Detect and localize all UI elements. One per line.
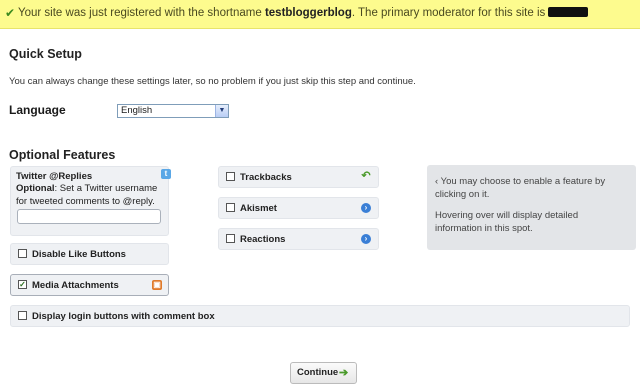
media-attachments-checkbox[interactable]: ✓ bbox=[18, 280, 27, 289]
trackbacks-label: Trackbacks bbox=[240, 172, 292, 183]
feature-info-panel: ‹ You may choose to enable a feature by … bbox=[427, 165, 636, 250]
disable-like-buttons-checkbox[interactable] bbox=[18, 249, 27, 258]
continue-button[interactable]: Continue ➔ bbox=[290, 362, 357, 384]
banner-suffix: . The primary moderator for this site is bbox=[351, 7, 549, 19]
akismet-label: Akismet bbox=[240, 203, 277, 214]
banner-message: Your site was just registered with the s… bbox=[18, 0, 589, 26]
disable-like-buttons-option[interactable]: Disable Like Buttons bbox=[10, 243, 169, 265]
banner-prefix: Your site was just registered with the s… bbox=[18, 7, 265, 19]
trackbacks-option[interactable]: Trackbacks ↶ bbox=[218, 166, 379, 188]
akismet-checkbox[interactable] bbox=[226, 203, 235, 212]
reactions-option[interactable]: Reactions › bbox=[218, 228, 379, 250]
language-select[interactable]: English ▼ bbox=[117, 104, 229, 118]
twitter-replies-desc: Optional: Set a Twitter username for twe… bbox=[16, 182, 166, 208]
akismet-info-icon: › bbox=[361, 203, 371, 213]
banner-shortname: testbloggerblog bbox=[264, 7, 352, 19]
akismet-option[interactable]: Akismet › bbox=[218, 197, 379, 219]
disable-like-buttons-label: Disable Like Buttons bbox=[32, 249, 126, 260]
optional-features-title: Optional Features bbox=[9, 148, 116, 162]
chevron-down-icon[interactable]: ▼ bbox=[215, 105, 228, 117]
quick-setup-note: You can always change these settings lat… bbox=[9, 76, 416, 87]
trackbacks-checkbox[interactable] bbox=[226, 172, 235, 181]
reactions-info-icon: › bbox=[361, 234, 371, 244]
info-text-1: ‹ You may choose to enable a feature by … bbox=[435, 176, 606, 200]
optional-word: Optional bbox=[16, 183, 55, 194]
twitter-icon: t bbox=[161, 169, 171, 179]
login-buttons-checkbox[interactable] bbox=[18, 311, 27, 320]
language-label: Language bbox=[9, 103, 66, 117]
continue-label: Continue bbox=[297, 367, 339, 378]
info-text-2: Hovering over will display detailed info… bbox=[435, 210, 579, 234]
twitter-replies-title: Twitter @Replies bbox=[16, 171, 93, 182]
media-attachments-label: Media Attachments bbox=[32, 280, 119, 291]
language-selected: English bbox=[121, 105, 153, 116]
registration-banner: ✔ Your site was just registered with the… bbox=[0, 0, 640, 29]
reactions-label: Reactions bbox=[240, 234, 286, 245]
trackback-arrow-icon: ↶ bbox=[361, 170, 371, 182]
login-buttons-option[interactable]: Display login buttons with comment box bbox=[10, 305, 630, 327]
twitter-username-input[interactable] bbox=[17, 209, 161, 224]
media-icon: ▣ bbox=[152, 280, 162, 290]
reactions-checkbox[interactable] bbox=[226, 234, 235, 243]
quick-setup-title: Quick Setup bbox=[9, 47, 82, 61]
twitter-replies-panel[interactable]: Twitter @Replies t Optional: Set a Twitt… bbox=[10, 166, 171, 236]
media-attachments-option[interactable]: ✓ Media Attachments ▣ bbox=[10, 274, 169, 296]
login-buttons-label: Display login buttons with comment box bbox=[32, 311, 215, 322]
arrow-right-icon: ➔ bbox=[339, 367, 349, 379]
redacted-moderator bbox=[548, 7, 589, 17]
checkmark-icon: ✔ bbox=[5, 6, 16, 20]
